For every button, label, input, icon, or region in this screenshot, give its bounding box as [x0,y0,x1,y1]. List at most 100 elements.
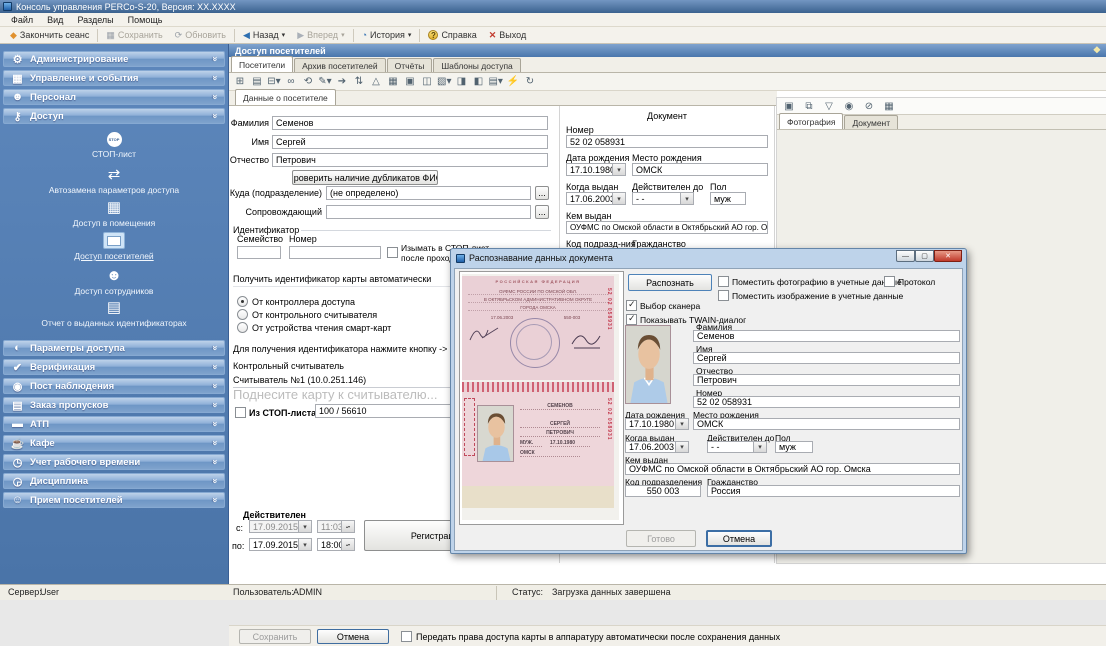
recognize-button[interactable]: Распознать [628,274,712,291]
menu-item[interactable]: Вид [40,15,70,25]
card-number-field[interactable] [289,246,381,259]
dialog-cancel-button[interactable]: Отмена [706,530,772,547]
tab-visitor-archive[interactable]: Архив посетителей [294,58,386,72]
protocol-checkbox[interactable] [884,276,895,287]
photo-toolbar-icon[interactable]: ▽ [821,98,837,114]
sidebar-group-header[interactable]: ◐ Параметры доступа [3,340,225,356]
valid-from-date-field[interactable]: 17.09.2015 [249,520,312,533]
sidebar-item-auto-replace[interactable]: ⇄ Автозамена параметров доступа [0,167,228,196]
sidebar-group-header[interactable]: ⚷ Доступ [3,108,225,124]
menu-item[interactable]: Файл [4,15,40,25]
save-form-button[interactable]: Сохранить [239,629,311,644]
panel-toolbar-icon[interactable]: ➔ [334,74,350,90]
tab-access-templates[interactable]: Шаблоны доступа [433,58,521,72]
help-button[interactable]: ? Справка [422,28,482,43]
photo-toolbar-icon[interactable]: ◉ [841,98,857,114]
department-browse-button[interactable]: ... [535,186,549,200]
place-photo-checkbox[interactable] [718,276,729,287]
department-field[interactable]: (не определено) [326,186,531,200]
escort-browse-button[interactable]: ... [535,205,549,219]
dialog-maximize-button[interactable]: ▢ [915,250,934,262]
sidebar-item-id-report[interactable]: ▤ Отчет о выданных идентификаторах [0,300,228,329]
dlg-patronymic-field[interactable]: Петрович [693,374,960,386]
scanner-select-checkbox[interactable] [626,299,637,311]
forward-button[interactable]: ▶ Вперед ▾ [291,28,350,43]
dlg-birth-place-field[interactable]: ОМСК [693,418,960,430]
dlg-citizenship-field[interactable]: Россия [707,485,960,497]
panel-toolbar-icon[interactable]: ▣ [402,74,418,90]
doc-number-field[interactable]: 52 02 058931 [566,135,768,148]
sidebar-group-header[interactable]: ◷ Учет рабочего времени [3,454,225,470]
transfer-rights-checkbox[interactable] [401,631,412,642]
menu-item[interactable]: Помощь [121,15,170,25]
exit-button[interactable]: ✕ Выход [483,28,532,43]
valid-from-time-field[interactable]: 11:03 [317,520,355,533]
panel-toolbar-icon[interactable]: ∞ [283,74,299,90]
place-image-checkbox[interactable] [718,290,729,301]
doc-issuer-field[interactable]: ОУФМС по Омской области в Октябрьский АО… [566,221,768,234]
history-button[interactable]: ◔ История ▾ [356,28,418,43]
tab-visitors[interactable]: Посетители [231,56,294,72]
from-stoplist-checkbox[interactable] [235,407,246,418]
panel-toolbar-icon[interactable]: ⊞ [232,74,248,90]
panel-toolbar-icon[interactable]: ↻ [522,74,538,90]
patronymic-field[interactable]: Петрович [272,153,548,167]
photo-toolbar-icon[interactable]: ▦ [881,98,897,114]
sidebar-group-header[interactable]: ▤ Заказ пропусков [3,397,225,413]
sidebar-group-header[interactable]: ☕ Кафе [3,435,225,451]
panel-toolbar-icon[interactable]: ⚡ [505,74,521,90]
dialog-titlebar[interactable]: Распознавание данных документа [451,249,966,267]
cancel-form-button[interactable]: Отмена [317,629,389,644]
sidebar-item-visitor-access[interactable]: Доступ посетителей [0,232,228,261]
radio-from-smartcard[interactable] [237,322,248,333]
doc-birth-date-field[interactable]: 17.10.1980 [566,163,626,176]
window-titlebar[interactable]: Консоль управления PERCo-S-20, Версия: X… [0,0,1106,13]
sidebar-group-header[interactable]: ☻ Персонал [3,89,225,105]
sidebar-group-header[interactable]: ✔ Верификация [3,359,225,375]
dlg-issue-date-field[interactable]: 17.06.2003 [625,441,689,453]
dlg-gender-field[interactable]: муж [775,441,813,453]
panel-toolbar-icon[interactable]: ✎▾ [317,74,333,90]
sidebar-group-header[interactable]: ◉ Пост наблюдения [3,378,225,394]
refresh-button[interactable]: ⟳ Обновить [169,28,232,43]
doc-valid-until-field[interactable]: - - [632,192,694,205]
done-button[interactable]: Готово [626,530,696,547]
tab-visitor-data[interactable]: Данные о посетителе [235,89,336,105]
menu-item[interactable]: Разделы [70,15,120,25]
panel-toolbar-icon[interactable]: ⟲ [300,74,316,90]
check-duplicates-button[interactable]: Проверить наличие дубликатов ФИО [292,170,438,185]
sidebar-group-header[interactable]: ◶ Дисциплина [3,473,225,489]
panel-toolbar-icon[interactable]: ▦ [385,74,401,90]
panel-toolbar-icon[interactable]: ⇅ [351,74,367,90]
escort-field[interactable] [326,205,531,219]
valid-to-date-field[interactable]: 17.09.2015 [249,538,312,551]
panel-toolbar-icon[interactable]: ◨ [453,74,469,90]
family-field[interactable] [237,246,281,259]
passport-scan-frame[interactable]: РОССИЙСКАЯ ФЕДЕРАЦИЯ ОУФМС РОССИИ ПО ОМС… [459,271,624,525]
withdraw-stoplist-checkbox[interactable] [387,247,398,258]
panel-toolbar-icon[interactable]: ◧ [470,74,486,90]
sidebar-group-header[interactable]: ☺ Прием посетителей [3,492,225,508]
sidebar-item-employee-access[interactable]: ☻ Доступ сотрудников [0,268,228,297]
panel-toolbar-icon[interactable]: ◫ [419,74,435,90]
photo-toolbar-icon[interactable]: ▣ [781,98,797,114]
back-dropdown-icon[interactable]: ▾ [282,31,286,39]
doc-gender-field[interactable]: муж [710,192,746,205]
panel-toolbar-icon[interactable]: ⊟▾ [266,74,282,90]
dlg-birth-date-field[interactable]: 17.10.1980 [625,418,689,430]
radio-from-controller[interactable] [237,296,248,307]
save-button[interactable]: ▦ Сохранить [100,28,168,43]
photo-toolbar-icon[interactable]: ⧉ [801,98,817,114]
twain-dialog-checkbox[interactable] [626,313,637,325]
history-dropdown-icon[interactable]: ▾ [408,31,412,39]
dlg-issuer-field[interactable]: ОУФМС по Омской области в Октябрьский АО… [625,463,960,475]
dlg-division-code-field[interactable]: 550 003 [625,485,701,497]
dlg-surname-field[interactable]: Семенов [693,330,960,342]
dlg-name-field[interactable]: Сергей [693,352,960,364]
dialog-minimize-button[interactable]: — [896,250,915,262]
tab-photo[interactable]: Фотография [779,113,844,129]
name-field[interactable]: Сергей [272,135,548,149]
dlg-valid-until-field[interactable]: - - [707,441,767,453]
sidebar-item-room-access[interactable]: ▦ Доступ в помещения [0,200,228,229]
tab-document[interactable]: Документ [844,115,899,129]
